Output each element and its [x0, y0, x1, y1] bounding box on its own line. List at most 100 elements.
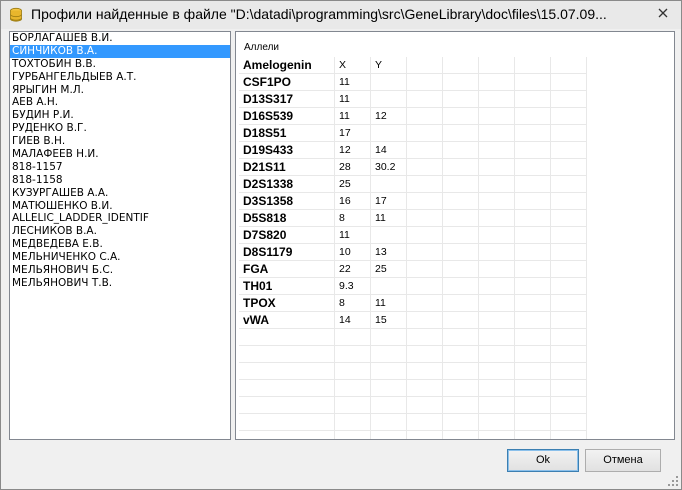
grid-row[interactable] [239, 430, 587, 439]
allele-cell[interactable] [370, 396, 407, 414]
empty-cell[interactable] [514, 277, 551, 295]
profile-list-item[interactable]: ТОХТОБИН В.В. [10, 58, 230, 71]
allele-cell[interactable]: 11 [334, 90, 371, 108]
alleles-grid-panel[interactable]: Аллели Amelogenin X Y CSF1PO 11 D13S317 11 D16S… [235, 31, 675, 440]
empty-cell[interactable] [478, 260, 515, 278]
grid-row[interactable] [239, 396, 587, 414]
locus-cell[interactable]: D18S51 [239, 124, 335, 142]
empty-cell[interactable] [478, 141, 515, 159]
allele-cell[interactable]: 25 [334, 175, 371, 193]
empty-cell[interactable] [514, 175, 551, 193]
empty-cell[interactable] [550, 73, 587, 91]
empty-cell[interactable] [442, 413, 479, 431]
allele-cell[interactable] [334, 379, 371, 397]
allele-cell[interactable] [370, 73, 407, 91]
empty-cell[interactable] [514, 107, 551, 125]
empty-cell[interactable] [442, 362, 479, 380]
empty-cell[interactable] [550, 124, 587, 142]
empty-cell[interactable] [550, 328, 587, 346]
empty-cell[interactable] [406, 396, 443, 414]
allele-cell[interactable] [370, 413, 407, 431]
profile-list-item[interactable]: ЯРЫГИН М.Л. [10, 84, 230, 97]
allele-cell[interactable] [370, 362, 407, 380]
allele-cell[interactable]: 11 [334, 107, 371, 125]
empty-cell[interactable] [478, 430, 515, 439]
locus-cell[interactable]: D7S820 [239, 226, 335, 244]
profile-list-item[interactable]: МЕЛЬЯНОВИЧ Т.В. [10, 277, 230, 290]
allele-cell[interactable] [334, 328, 371, 346]
empty-cell[interactable] [514, 73, 551, 91]
allele-cell[interactable]: 22 [334, 260, 371, 278]
empty-cell[interactable] [550, 243, 587, 261]
empty-cell[interactable] [406, 277, 443, 295]
empty-cell[interactable] [514, 260, 551, 278]
locus-cell[interactable]: FGA [239, 260, 335, 278]
empty-cell[interactable] [550, 413, 587, 431]
locus-cell[interactable]: D5S818 [239, 209, 335, 227]
allele-cell[interactable] [370, 277, 407, 295]
locus-cell[interactable]: TPOX [239, 294, 335, 312]
empty-cell[interactable] [406, 362, 443, 380]
empty-cell[interactable] [442, 57, 479, 74]
locus-cell[interactable]: D19S433 [239, 141, 335, 159]
empty-cell[interactable] [478, 362, 515, 380]
grid-row[interactable]: TPOX 8 11 [239, 294, 587, 312]
empty-cell[interactable] [478, 345, 515, 363]
locus-cell[interactable]: D21S11 [239, 158, 335, 176]
empty-cell[interactable] [442, 141, 479, 159]
profile-list-item[interactable]: МАЛАФЕЕВ Н.И. [10, 148, 230, 161]
empty-cell[interactable] [550, 362, 587, 380]
empty-cell[interactable] [442, 226, 479, 244]
empty-cell[interactable] [550, 107, 587, 125]
grid-row[interactable]: D7S820 11 [239, 226, 587, 244]
empty-cell[interactable] [478, 226, 515, 244]
profile-list-item[interactable]: МЕЛЬНИЧЕНКО С.А. [10, 251, 230, 264]
grid-row[interactable]: vWA 14 15 [239, 311, 587, 329]
allele-cell[interactable] [370, 328, 407, 346]
empty-cell[interactable] [442, 90, 479, 108]
empty-cell[interactable] [406, 124, 443, 142]
close-icon[interactable] [658, 8, 668, 18]
empty-cell[interactable] [442, 328, 479, 346]
allele-cell[interactable] [334, 396, 371, 414]
empty-cell[interactable] [550, 277, 587, 295]
empty-cell[interactable] [478, 90, 515, 108]
empty-cell[interactable] [550, 175, 587, 193]
empty-cell[interactable] [550, 345, 587, 363]
empty-cell[interactable] [406, 226, 443, 244]
allele-cell[interactable] [370, 90, 407, 108]
empty-cell[interactable] [550, 311, 587, 329]
empty-cell[interactable] [442, 209, 479, 227]
ok-button[interactable]: Ok [507, 449, 579, 472]
allele-cell[interactable]: 11 [334, 226, 371, 244]
allele-cell[interactable] [370, 345, 407, 363]
allele-cell[interactable]: X [334, 57, 371, 74]
empty-cell[interactable] [514, 345, 551, 363]
locus-cell[interactable]: TH01 [239, 277, 335, 295]
empty-cell[interactable] [406, 90, 443, 108]
locus-cell[interactable]: D8S1179 [239, 243, 335, 261]
allele-cell[interactable]: Y [370, 57, 407, 74]
allele-cell[interactable] [370, 379, 407, 397]
empty-cell[interactable] [550, 396, 587, 414]
grid-row[interactable]: D19S433 12 14 [239, 141, 587, 159]
allele-cell[interactable] [370, 124, 407, 142]
empty-cell[interactable] [514, 396, 551, 414]
empty-cell[interactable] [514, 328, 551, 346]
allele-cell[interactable]: 13 [370, 243, 407, 261]
empty-cell[interactable] [442, 192, 479, 210]
grid-row[interactable] [239, 328, 587, 346]
empty-cell[interactable] [406, 158, 443, 176]
profile-list-item[interactable]: ГУРБАНГЕЛЬДЫЕВ А.Т. [10, 71, 230, 84]
allele-cell[interactable]: 8 [334, 294, 371, 312]
allele-cell[interactable]: 11 [334, 73, 371, 91]
empty-cell[interactable] [550, 379, 587, 397]
empty-cell[interactable] [406, 192, 443, 210]
empty-cell[interactable] [442, 396, 479, 414]
empty-cell[interactable] [514, 57, 551, 74]
empty-cell[interactable] [406, 107, 443, 125]
empty-cell[interactable] [442, 124, 479, 142]
empty-cell[interactable] [478, 396, 515, 414]
empty-cell[interactable] [442, 73, 479, 91]
profile-list-item[interactable]: МАТЮШЕНКО В.И. [10, 200, 230, 213]
